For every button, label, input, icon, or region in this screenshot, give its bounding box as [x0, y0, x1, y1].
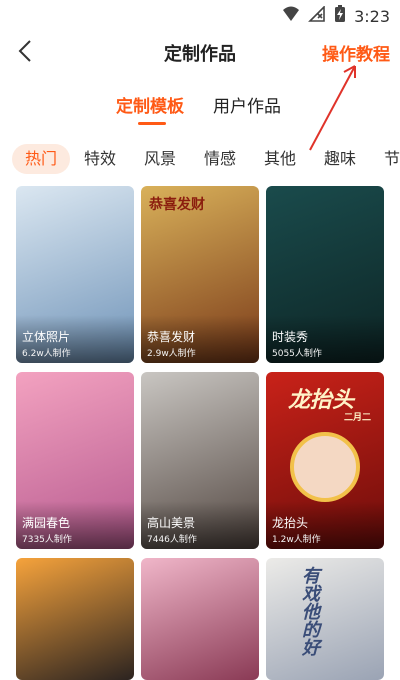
status-time: 3:23 [354, 6, 390, 26]
portrait-frame [290, 432, 360, 502]
card-count: 2.9w人制作 [147, 349, 196, 359]
tab-templates[interactable]: 定制模板 [116, 92, 184, 117]
main-tabs: 定制模板 用户作品 [0, 92, 400, 125]
card-thumbnail [141, 558, 259, 680]
wifi-icon [282, 6, 300, 26]
card-count: 5055人制作 [272, 349, 322, 359]
card-overlay-text: 有戏他的好 [299, 566, 320, 656]
card-count: 1.2w人制作 [272, 535, 321, 545]
card-count: 7446人制作 [147, 535, 197, 545]
template-card-pink-frame[interactable] [141, 558, 259, 680]
category-hot[interactable]: 热门 [12, 144, 71, 174]
category-row: 热门 特效 风景 情感 其他 趣味 节 [0, 144, 400, 174]
category-fun[interactable]: 趣味 [324, 144, 356, 174]
template-card-dragon[interactable]: 龙抬头 二月二 龙抬头 1.2w人制作 [266, 372, 384, 549]
battery-charging-icon [334, 5, 346, 27]
template-card-flower-crown[interactable] [16, 558, 134, 680]
card-title: 恭喜发财 [147, 330, 196, 344]
card-title: 满园春色 [22, 516, 71, 530]
template-card-mountain[interactable]: 高山美景 7446人制作 [141, 372, 259, 549]
template-card-fortune[interactable]: 恭喜发财 恭喜发财 2.9w人制作 [141, 186, 259, 363]
card-overlay-subtext: 二月二 [344, 413, 372, 423]
tab-user-works[interactable]: 用户作品 [213, 92, 281, 117]
template-card-calligraphy[interactable]: 有戏他的好 [266, 558, 384, 680]
card-thumbnail [266, 558, 384, 680]
template-card-stereo-photo[interactable]: 立体照片 6.2w人制作 [16, 186, 134, 363]
status-bar: 3:23 [0, 0, 400, 30]
card-overlay-text: 恭喜发财 [149, 197, 205, 213]
card-thumbnail [16, 558, 134, 680]
card-count: 7335人制作 [22, 535, 72, 545]
tab-underline [138, 122, 166, 125]
category-emotion[interactable]: 情感 [204, 144, 236, 174]
card-title: 高山美景 [147, 516, 196, 530]
template-card-fashion-show[interactable]: 时装秀 5055人制作 [266, 186, 384, 363]
card-count: 6.2w人制作 [22, 349, 71, 359]
template-card-spring-garden[interactable]: 满园春色 7335人制作 [16, 372, 134, 549]
category-other[interactable]: 其他 [264, 144, 296, 174]
category-effects[interactable]: 特效 [84, 144, 116, 174]
category-festival[interactable]: 节 [384, 144, 400, 174]
no-signal-icon [308, 5, 326, 26]
card-title: 立体照片 [22, 330, 71, 344]
card-title: 龙抬头 [272, 516, 309, 530]
card-title: 时装秀 [272, 330, 309, 344]
category-scenery[interactable]: 风景 [144, 144, 176, 174]
